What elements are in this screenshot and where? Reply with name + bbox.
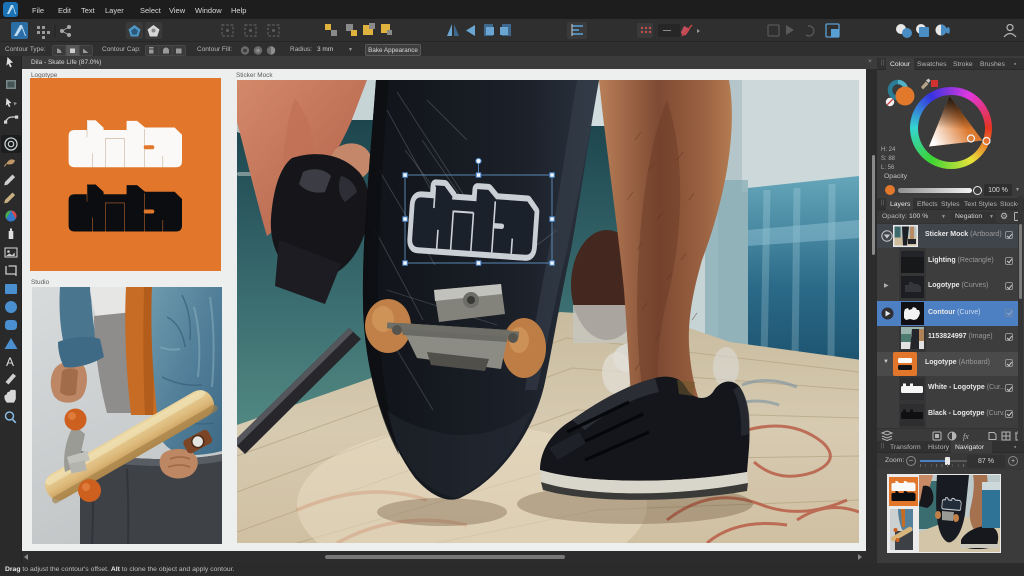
svg-text:A: A (6, 355, 14, 369)
svg-text:fx: fx (963, 432, 969, 441)
